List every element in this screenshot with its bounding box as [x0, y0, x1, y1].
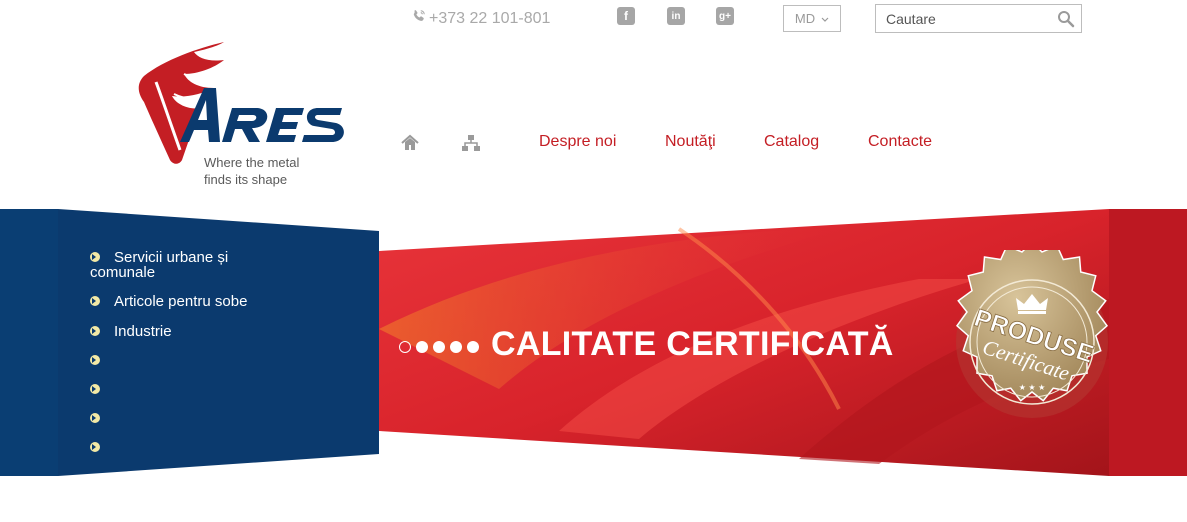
- category-label: Servicii urbane și comunale: [90, 249, 229, 281]
- slider-dot[interactable]: [450, 341, 462, 353]
- language-select[interactable]: MD: [783, 5, 841, 32]
- category-label: Articole pentru sobe: [114, 293, 248, 310]
- category-item[interactable]: [90, 411, 340, 440]
- category-item[interactable]: [90, 353, 340, 382]
- chevron-right-icon: [90, 355, 100, 365]
- chevron-right-icon: [90, 296, 100, 306]
- slider-dot[interactable]: [416, 341, 428, 353]
- category-label: Industrie: [114, 323, 172, 340]
- search-box: [875, 4, 1082, 33]
- category-item[interactable]: [90, 440, 340, 460]
- chevron-right-icon: [90, 252, 100, 262]
- slider-dot[interactable]: [399, 341, 411, 353]
- linkedin-icon[interactable]: in: [667, 7, 685, 25]
- tagline-line-2: finds its shape: [204, 172, 288, 187]
- svg-text:★ ★ ★: ★ ★ ★: [1019, 383, 1046, 392]
- search-icon[interactable]: [1057, 10, 1075, 28]
- search-input[interactable]: [876, 5, 1066, 32]
- language-value: MD: [794, 11, 816, 26]
- category-item[interactable]: Servicii urbane și comunale: [90, 250, 340, 294]
- slider-pagination: [399, 341, 479, 353]
- logo-tagline: Where the metal finds its shape: [204, 154, 299, 188]
- category-menu: Servicii urbane și comunale Articole pen…: [90, 250, 340, 460]
- slider-dot[interactable]: [467, 341, 479, 353]
- tagline-line-1: Where the metal: [204, 155, 300, 170]
- nav-catalog[interactable]: Catalog: [764, 133, 819, 151]
- phone-number[interactable]: +373 22 101-801: [412, 9, 550, 28]
- category-item[interactable]: Articole pentru sobe: [90, 294, 340, 324]
- chevron-right-icon: [90, 384, 100, 394]
- certificate-seal-icon: PRODUSE Certificate ★ ★ ★: [955, 250, 1109, 418]
- chevron-right-icon: [90, 326, 100, 336]
- home-icon[interactable]: [401, 134, 419, 152]
- chevron-down-icon: [821, 11, 829, 26]
- chevron-right-icon: [90, 442, 100, 452]
- phone-text: +373 22 101-801: [429, 9, 551, 27]
- chevron-right-icon: [90, 413, 100, 423]
- category-item[interactable]: Industrie: [90, 324, 340, 353]
- nav-contacte[interactable]: Contacte: [868, 133, 932, 151]
- phone-icon: [412, 9, 426, 28]
- google-plus-icon[interactable]: g+: [716, 7, 734, 25]
- nav-despre-noi[interactable]: Despre noi: [539, 133, 616, 151]
- nav-noutati[interactable]: Noutăţi: [665, 133, 716, 151]
- category-item[interactable]: [90, 382, 340, 411]
- sitemap-icon[interactable]: [462, 134, 480, 152]
- slide-title: CALITATE CERTIFICATĂ: [491, 325, 894, 363]
- slider-dot[interactable]: [433, 341, 445, 353]
- facebook-icon[interactable]: f: [617, 7, 635, 25]
